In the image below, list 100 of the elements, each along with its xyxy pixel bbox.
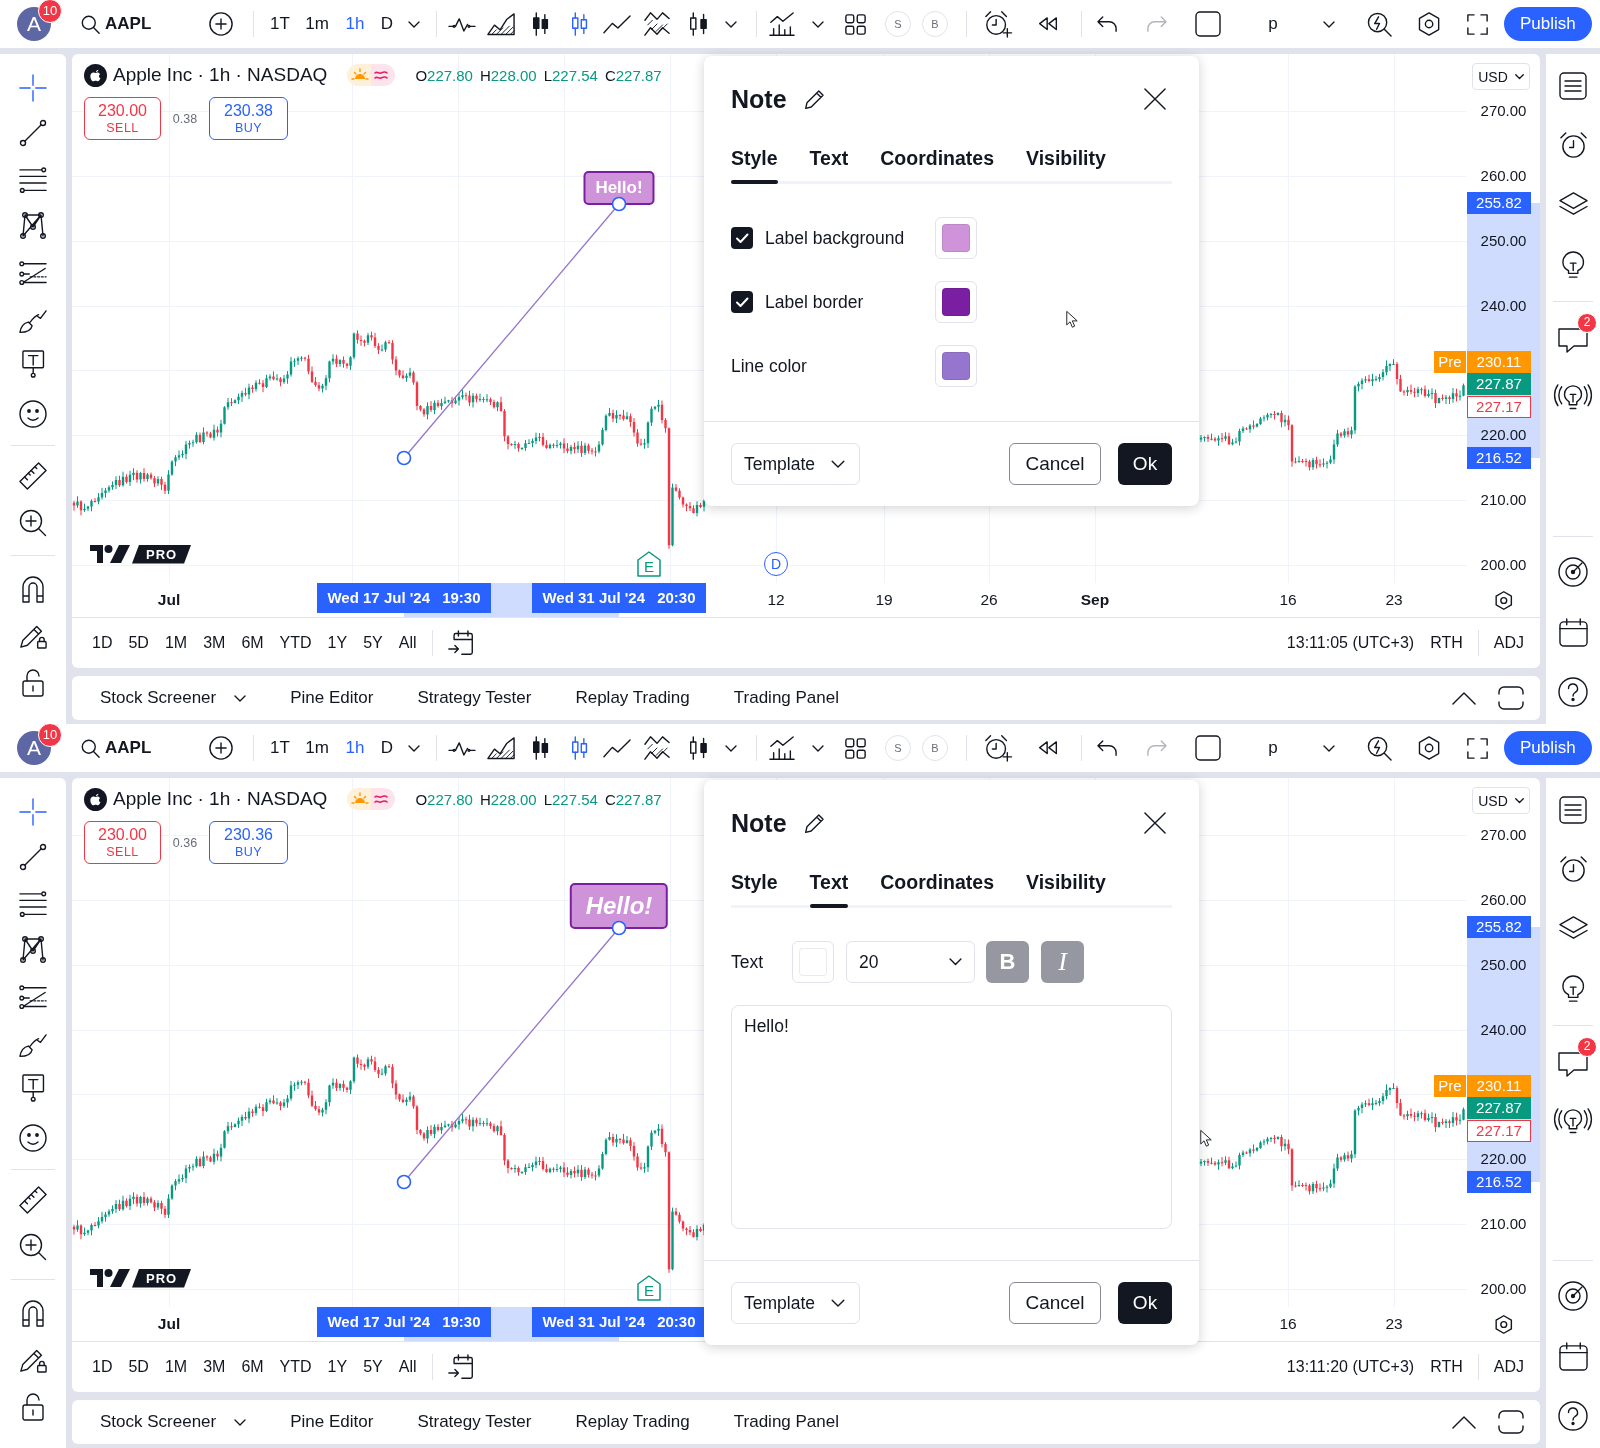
caret-icon[interactable] [408,20,420,28]
close-icon[interactable] [1144,88,1166,110]
caret-icon[interactable] [408,744,420,752]
range-button[interactable]: 6M [241,634,264,652]
chat-icon[interactable] [1558,326,1588,353]
pattern-icon[interactable] [19,935,47,963]
help-icon[interactable] [1558,676,1588,707]
font-size-dropdown[interactable]: 20 [846,941,975,983]
range-button[interactable]: YTD [279,1358,312,1376]
broadcast-bulb-icon[interactable] [1556,1106,1590,1136]
anchor-handle[interactable] [611,920,627,936]
plus-circle-icon[interactable] [209,12,233,36]
alarm-clock-plus-icon[interactable] [983,734,1012,762]
maximize-icon[interactable] [1498,686,1524,710]
panel-tab[interactable]: Strategy Tester [395,680,554,716]
sell-button[interactable]: 230.00 SELL [84,97,161,140]
panel-tab[interactable]: Stock Screener [78,1404,269,1440]
list-icon[interactable] [1559,72,1587,100]
symbol-search-button[interactable]: AAPL [81,7,153,41]
calendar-icon[interactable] [1558,1342,1588,1372]
anchor-handle[interactable] [396,450,412,466]
lightning-search-icon[interactable] [1367,735,1393,761]
text-tool-icon[interactable] [21,1073,45,1102]
forecast-lines-icon[interactable] [19,984,47,1010]
crosshair-icon[interactable] [19,798,47,826]
interval-button[interactable]: 1T [265,7,295,41]
ruler-icon[interactable] [19,1185,47,1214]
line-chart-icon[interactable] [602,14,631,34]
band-chart-icon[interactable] [643,735,670,761]
color-picker-button[interactable] [935,345,977,387]
interval-button[interactable]: 1m [302,7,332,41]
list-icon[interactable] [1559,796,1587,824]
lightbulb-icon[interactable] [1561,250,1585,279]
chevron-up-icon[interactable] [1452,1415,1476,1429]
dialog-tab[interactable]: Coordinates [880,142,995,184]
panel-tab[interactable]: Replay Trading [553,680,712,716]
caret-icon[interactable] [1322,744,1335,752]
interval-button[interactable]: 1h [340,7,370,41]
caret-icon[interactable] [811,20,824,28]
earnings-marker[interactable]: E [637,551,661,577]
cancel-button[interactable]: Cancel [1009,443,1101,485]
fullscreen-icon[interactable] [1467,13,1489,35]
calendar-icon[interactable] [1558,618,1588,648]
publish-button[interactable]: Publish [1503,731,1592,765]
undo-icon[interactable] [1097,739,1119,757]
square-icon[interactable] [1194,11,1221,37]
range-button[interactable]: 3M [203,1358,226,1376]
layers-icon[interactable] [1558,916,1588,942]
range-button[interactable]: 1M [164,634,188,652]
earnings-marker[interactable]: E [637,1275,661,1301]
dialog-tab[interactable]: Style [731,866,778,908]
band-chart-icon[interactable] [643,11,670,37]
interval-button[interactable]: 1h [340,731,370,765]
candlestick-icon[interactable] [532,12,550,36]
magnet-icon[interactable] [21,574,45,603]
interval-button[interactable]: D [372,731,402,765]
ok-button[interactable]: Ok [1118,443,1172,485]
horizontal-lines-icon[interactable] [19,167,47,193]
range-button[interactable]: YTD [279,634,312,652]
range-button[interactable]: 5Y [363,1358,383,1376]
bar-chart-icon[interactable] [768,11,795,37]
smiley-icon[interactable] [19,399,47,428]
color-picker-button[interactable] [935,217,977,259]
hollow-candle-icon[interactable] [688,12,708,36]
help-icon[interactable] [1558,1400,1588,1431]
caret-icon[interactable] [724,20,737,28]
color-picker-button[interactable] [792,941,834,983]
panel-tab[interactable]: Strategy Tester [395,1404,554,1440]
brush-icon[interactable] [19,1032,47,1058]
buy-button[interactable]: 230.36 BUY [209,821,288,864]
horizontal-lines-icon[interactable] [19,891,47,917]
target-icon[interactable] [1558,556,1588,587]
fullscreen-icon[interactable] [1467,737,1489,759]
target-icon[interactable] [1558,1280,1588,1311]
session-button[interactable]: RTH [1430,634,1463,652]
pencil-icon[interactable] [803,88,826,110]
layout-button[interactable]: p [1261,731,1284,765]
grid-icon[interactable] [845,737,867,759]
checkbox[interactable] [731,227,753,249]
ruler-icon[interactable] [19,461,47,490]
square-icon[interactable] [1194,735,1221,761]
range-button[interactable]: 5D [128,634,149,652]
adjust-button[interactable]: ADJ [1493,1358,1524,1376]
layers-icon[interactable] [1558,192,1588,218]
zoom-in-icon[interactable] [19,508,47,537]
dialog-tab[interactable]: Text [809,866,849,908]
rewind-icon[interactable] [1037,741,1058,755]
interval-button[interactable]: 1T [265,731,295,765]
grid-icon[interactable] [845,13,867,35]
text-tool-icon[interactable] [21,349,45,378]
smiley-icon[interactable] [19,1123,47,1152]
range-button[interactable]: 1D [92,1358,113,1376]
rewind-icon[interactable] [1037,17,1058,31]
ok-button[interactable]: Ok [1118,1282,1172,1324]
range-button[interactable]: 1Y [327,1358,348,1376]
range-button[interactable]: 1D [92,634,113,652]
alarm-clock-plus-icon[interactable] [983,10,1012,38]
template-dropdown[interactable]: Template [731,1282,860,1324]
dialog-tab[interactable]: Visibility [1026,142,1106,184]
symbol-search-button[interactable]: AAPL [81,731,153,765]
